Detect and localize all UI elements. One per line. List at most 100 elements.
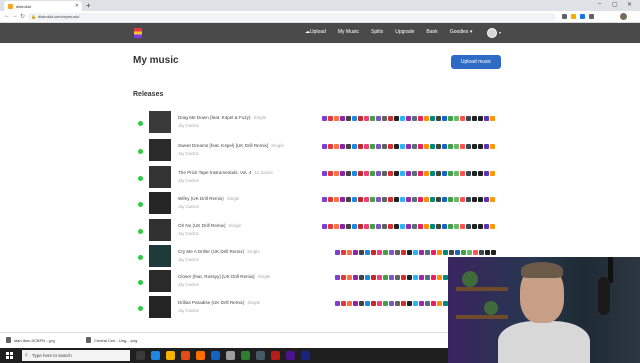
browser-tab[interactable]: distrokid ✕ [4,1,82,11]
store-icon[interactable] [431,250,436,255]
store-icon[interactable] [371,301,376,306]
release-cover-art[interactable] [149,245,171,267]
store-icon[interactable] [412,144,417,149]
store-icon[interactable] [466,197,471,202]
release-row[interactable]: Sweet Dreams (feat. K4pel) [UK Drill Rem… [135,139,505,163]
upload-music-button[interactable]: Upload music [451,55,501,69]
store-icon[interactable] [335,301,340,306]
store-icon[interactable] [382,224,387,229]
store-icon[interactable] [401,250,406,255]
release-row[interactable]: Drag Me Down (feat. K4pel & Fuzy) Single … [135,111,505,135]
app-icon[interactable] [196,351,205,360]
store-icon[interactable] [341,275,346,280]
store-icon[interactable] [388,197,393,202]
store-icon[interactable] [377,250,382,255]
store-icon[interactable] [400,171,405,176]
store-icon[interactable] [334,116,339,121]
app-icon[interactable] [211,351,220,360]
store-icon[interactable] [436,224,441,229]
release-row[interactable]: Oh No (UK Drill Remix) Single Jay Cactus [135,219,505,243]
store-icon[interactable] [442,171,447,176]
store-icon[interactable] [340,171,345,176]
user-avatar[interactable] [487,28,497,38]
store-icon[interactable] [473,250,478,255]
store-icon[interactable] [394,144,399,149]
store-icon[interactable] [328,144,333,149]
release-title-line[interactable]: Sweet Dreams (feat. K4pel) [UK Drill Rem… [178,143,284,148]
store-icon[interactable] [395,250,400,255]
nav-splits[interactable]: Splits [371,29,383,35]
store-icon[interactable] [358,171,363,176]
store-icon[interactable] [359,301,364,306]
download-item[interactable]: stan-lbon-0CBFN....jpg [6,337,55,343]
release-title-line[interactable]: Oh No (UK Drill Remix) Single [178,223,241,228]
store-icon[interactable] [370,171,375,176]
release-row[interactable]: The Prick Tape Instrumentals, Vol. 4 11 t… [135,166,505,190]
store-icon[interactable] [443,250,448,255]
file-explorer-icon[interactable] [166,351,175,360]
store-icon[interactable] [400,197,405,202]
store-icon[interactable] [472,197,477,202]
release-cover-art[interactable] [149,219,171,241]
edge-icon[interactable] [151,351,160,360]
maximize-icon[interactable]: ▢ [612,1,618,8]
app-icon[interactable] [241,351,250,360]
chrome-icon[interactable] [226,351,235,360]
store-icon[interactable] [376,224,381,229]
nav-goodies[interactable]: Goodies ▾ [450,29,473,35]
windows-start-icon[interactable] [6,352,13,359]
store-icon[interactable] [412,171,417,176]
vlc-icon[interactable] [181,351,190,360]
store-icon[interactable] [484,197,489,202]
store-icon[interactable] [472,224,477,229]
store-icon[interactable] [352,116,357,121]
store-icon[interactable] [395,275,400,280]
release-cover-art[interactable] [149,111,171,133]
store-icon[interactable] [322,144,327,149]
store-icon[interactable] [406,197,411,202]
minimize-icon[interactable]: – [598,1,601,7]
store-icon[interactable] [407,301,412,306]
store-icon[interactable] [484,171,489,176]
store-icon[interactable] [358,144,363,149]
store-icon[interactable] [346,171,351,176]
store-icon[interactable] [341,250,346,255]
store-icon[interactable] [448,144,453,149]
store-icon[interactable] [376,144,381,149]
store-icon[interactable] [400,116,405,121]
store-icon[interactable] [425,250,430,255]
store-icon[interactable] [371,275,376,280]
nav-bank[interactable]: Bank [426,29,437,35]
store-icon[interactable] [436,116,441,121]
store-icon[interactable] [388,224,393,229]
store-icon[interactable] [347,250,352,255]
nav-my-music[interactable]: My Music [338,29,359,35]
store-icon[interactable] [340,224,345,229]
store-icon[interactable] [358,116,363,121]
store-icon[interactable] [377,275,382,280]
store-icon[interactable] [377,301,382,306]
store-icon[interactable] [466,116,471,121]
store-icon[interactable] [454,144,459,149]
release-title-line[interactable]: Drillas Paradise (UK Drill Remix) Single [178,300,260,305]
store-icon[interactable] [334,224,339,229]
store-icon[interactable] [412,224,417,229]
release-title-line[interactable]: The Prick Tape Instrumentals, Vol. 4 11 t… [178,170,273,175]
store-icon[interactable] [370,224,375,229]
new-tab-icon[interactable]: + [86,1,91,10]
store-icon[interactable] [472,144,477,149]
store-icon[interactable] [406,144,411,149]
store-icon[interactable] [412,116,417,121]
store-icon[interactable] [406,224,411,229]
store-icon[interactable] [436,171,441,176]
release-title-line[interactable]: Cry Me A Driller (UK Drill Remix) Single [178,249,260,254]
photoshop-icon[interactable] [301,351,310,360]
store-icon[interactable] [322,224,327,229]
store-icon[interactable] [454,116,459,121]
store-icon[interactable] [478,116,483,121]
store-icon[interactable] [430,144,435,149]
store-icon[interactable] [370,144,375,149]
store-icon[interactable] [353,275,358,280]
store-icon[interactable] [490,224,495,229]
store-icon[interactable] [419,301,424,306]
